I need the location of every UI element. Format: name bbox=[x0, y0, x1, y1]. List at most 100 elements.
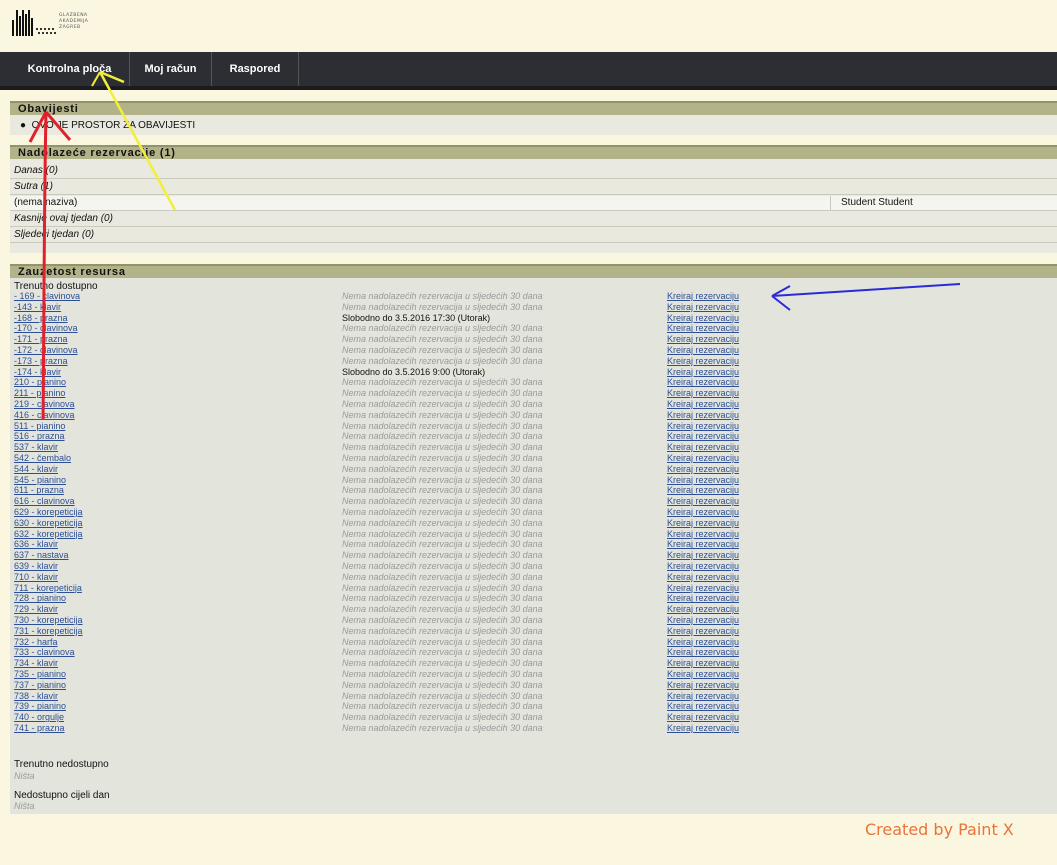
create-reservation-link[interactable]: Kreiraj rezervaciju bbox=[667, 324, 739, 333]
resource-link[interactable]: 729 - klavir bbox=[14, 605, 58, 614]
create-reservation-link[interactable]: Kreiraj rezervaciju bbox=[667, 421, 739, 431]
nav-schedule[interactable]: Raspored bbox=[212, 52, 299, 86]
resource-link[interactable]: 630 - korepeticija bbox=[14, 518, 83, 528]
create-reservation-link[interactable]: Kreiraj rezervaciju bbox=[667, 724, 739, 733]
resource-row: 710 - klavir Nema nadolazećih rezervacija… bbox=[10, 572, 1057, 582]
resource-link[interactable]: 731 - korepeticija bbox=[14, 626, 83, 636]
resource-link[interactable]: 740 - orgulje bbox=[14, 713, 64, 722]
resource-link[interactable]: -143 - klavir bbox=[14, 302, 61, 312]
resource-link[interactable]: 737 - pianino bbox=[14, 680, 66, 690]
create-reservation-link[interactable]: Kreiraj rezervaciju bbox=[667, 551, 739, 560]
resource-link[interactable]: 629 - korepeticija bbox=[14, 508, 83, 517]
resource-status: Nema nadolazećih rezervacija u sljedećih… bbox=[342, 420, 543, 431]
resource-link[interactable]: -168 - prazna bbox=[14, 313, 68, 323]
create-reservation-link[interactable]: Kreiraj rezervaciju bbox=[667, 486, 739, 495]
resource-status: Nema nadolazećih rezervacija u sljedećih… bbox=[342, 463, 543, 474]
create-reservation-link[interactable]: Kreiraj rezervaciju bbox=[667, 648, 739, 657]
create-reservation-link[interactable]: Kreiraj rezervaciju bbox=[667, 508, 739, 517]
resource-link[interactable]: -173 - prazna bbox=[14, 356, 68, 366]
resource-link[interactable]: 710 - klavir bbox=[14, 572, 58, 582]
resource-row: -171 - prazna Nema nadolazećih rezervacij… bbox=[10, 335, 1057, 344]
upcoming-today: Danas (0) bbox=[10, 164, 1057, 179]
resource-link[interactable]: 516 - prazna bbox=[14, 432, 65, 441]
create-reservation-link[interactable]: Kreiraj rezervaciju bbox=[667, 572, 739, 582]
create-reservation-link[interactable]: Kreiraj rezervaciju bbox=[667, 583, 739, 593]
create-reservation-link[interactable]: Kreiraj rezervaciju bbox=[667, 346, 739, 355]
resource-status: Nema nadolazećih rezervacija u sljedećih… bbox=[342, 561, 543, 571]
resource-link[interactable]: 738 - klavir bbox=[14, 691, 58, 701]
create-reservation-link[interactable]: Kreiraj rezervaciju bbox=[667, 475, 739, 485]
resource-link[interactable]: - 169 - clavinova bbox=[14, 292, 80, 301]
create-reservation-link[interactable]: Kreiraj rezervaciju bbox=[667, 356, 739, 366]
create-reservation-link[interactable]: Kreiraj rezervaciju bbox=[667, 389, 739, 398]
resource-link[interactable]: 542 - čembalo bbox=[14, 454, 71, 463]
create-reservation-link[interactable]: Kreiraj rezervaciju bbox=[667, 680, 739, 690]
create-reservation-link[interactable]: Kreiraj rezervaciju bbox=[667, 594, 739, 603]
create-reservation-link[interactable]: Kreiraj rezervaciju bbox=[667, 670, 739, 679]
create-reservation-link[interactable]: Kreiraj rezervaciju bbox=[667, 659, 739, 668]
create-reservation-link[interactable]: Kreiraj rezervaciju bbox=[667, 367, 739, 377]
resource-link[interactable]: 711 - korepeticija bbox=[14, 583, 82, 593]
create-reservation-link[interactable]: Kreiraj rezervaciju bbox=[667, 313, 739, 323]
create-reservation-link[interactable]: Kreiraj rezervaciju bbox=[667, 713, 739, 722]
nav-my-account[interactable]: Moj račun bbox=[130, 52, 212, 86]
create-reservation-link[interactable]: Kreiraj rezervaciju bbox=[667, 335, 739, 344]
create-reservation-link[interactable]: Kreiraj rezervaciju bbox=[667, 454, 739, 463]
create-reservation-link[interactable]: Kreiraj rezervaciju bbox=[667, 443, 739, 452]
resource-link[interactable]: 616 - clavinova bbox=[14, 497, 75, 506]
resource-link[interactable]: 210 - pianino bbox=[14, 378, 66, 387]
resource-link[interactable]: 544 - klavir bbox=[14, 464, 58, 474]
resource-link[interactable]: 511 - pianino bbox=[14, 421, 65, 431]
resource-row: 636 - klavir Nema nadolazećih rezervacija… bbox=[10, 540, 1057, 549]
resource-row: 542 - čembalo Nema nadolazećih rezervacij… bbox=[10, 454, 1057, 463]
create-reservation-link[interactable]: Kreiraj rezervaciju bbox=[667, 540, 739, 549]
create-reservation-link[interactable]: Kreiraj rezervaciju bbox=[667, 616, 739, 625]
create-reservation-link[interactable]: Kreiraj rezervaciju bbox=[667, 626, 739, 636]
create-reservation-link[interactable]: Kreiraj rezervaciju bbox=[667, 400, 739, 409]
resource-link[interactable]: 741 - prazna bbox=[14, 724, 65, 733]
create-reservation-link[interactable]: Kreiraj rezervaciju bbox=[667, 302, 739, 312]
create-reservation-link[interactable]: Kreiraj rezervaciju bbox=[667, 497, 739, 506]
resource-status: Nema nadolazećih rezervacija u sljedećih… bbox=[342, 334, 543, 345]
create-reservation-link[interactable]: Kreiraj rezervaciju bbox=[667, 378, 739, 387]
resource-link[interactable]: 739 - pianino bbox=[14, 702, 66, 711]
create-reservation-link[interactable]: Kreiraj rezervaciju bbox=[667, 518, 739, 528]
resource-row: 729 - klavir Nema nadolazećih rezervacija… bbox=[10, 605, 1057, 614]
resource-link[interactable]: 611 - prazna bbox=[14, 486, 64, 495]
resource-link[interactable]: 732 - harfa bbox=[14, 637, 58, 647]
resource-link[interactable]: -174 - klavir bbox=[14, 367, 61, 377]
resource-link[interactable]: 636 - klavir bbox=[14, 540, 58, 549]
resource-row: 611 - prazna Nema nadolazećih rezervacija… bbox=[10, 486, 1057, 495]
resource-link[interactable]: 545 - pianino bbox=[14, 475, 66, 485]
create-reservation-link[interactable]: Kreiraj rezervaciju bbox=[667, 464, 739, 474]
logo-line-3: ZAGREB bbox=[59, 25, 81, 30]
create-reservation-link[interactable]: Kreiraj rezervaciju bbox=[667, 702, 739, 711]
resource-link[interactable]: 211 - pianino bbox=[14, 389, 65, 398]
resource-row: 516 - prazna Nema nadolazećih rezervacija… bbox=[10, 432, 1057, 441]
create-reservation-link[interactable]: Kreiraj rezervaciju bbox=[667, 410, 739, 420]
resource-link[interactable]: 537 - klavir bbox=[14, 443, 58, 452]
nav-control-panel[interactable]: Kontrolna ploča bbox=[10, 52, 130, 86]
create-reservation-link[interactable]: Kreiraj rezervaciju bbox=[667, 691, 739, 701]
resource-link[interactable]: 632 - korepeticija bbox=[14, 529, 83, 539]
resource-link[interactable]: -171 - prazna bbox=[14, 335, 68, 344]
resource-link[interactable]: -170 - clavinova bbox=[14, 324, 78, 333]
resource-link[interactable]: 639 - klavir bbox=[14, 562, 58, 571]
resource-link[interactable]: 734 - klavir bbox=[14, 659, 58, 668]
resource-link[interactable]: 733 - clavinova bbox=[14, 648, 75, 657]
resource-link[interactable]: 416 - clavinova bbox=[14, 410, 75, 420]
create-reservation-link[interactable]: Kreiraj rezervaciju bbox=[667, 529, 739, 539]
create-reservation-link[interactable]: Kreiraj rezervaciju bbox=[667, 292, 739, 301]
create-reservation-link[interactable]: Kreiraj rezervaciju bbox=[667, 637, 739, 647]
create-reservation-link[interactable]: Kreiraj rezervaciju bbox=[667, 605, 739, 614]
resource-link[interactable]: 219 - clavinova bbox=[14, 400, 75, 409]
resource-link[interactable]: 728 - pianino bbox=[14, 594, 66, 603]
create-reservation-link[interactable]: Kreiraj rezervaciju bbox=[667, 432, 739, 441]
resource-link[interactable]: -172 - clavinova bbox=[14, 346, 78, 355]
resource-status: Nema nadolazećih rezervacija u sljedećih… bbox=[342, 647, 543, 658]
upcoming-entry[interactable]: (nema naziva) Student Student bbox=[10, 196, 1057, 211]
resource-link[interactable]: 730 - korepeticija bbox=[14, 616, 83, 625]
resource-link[interactable]: 637 - nastava bbox=[14, 551, 69, 560]
resource-link[interactable]: 735 - pianino bbox=[14, 670, 66, 679]
create-reservation-link[interactable]: Kreiraj rezervaciju bbox=[667, 562, 739, 571]
